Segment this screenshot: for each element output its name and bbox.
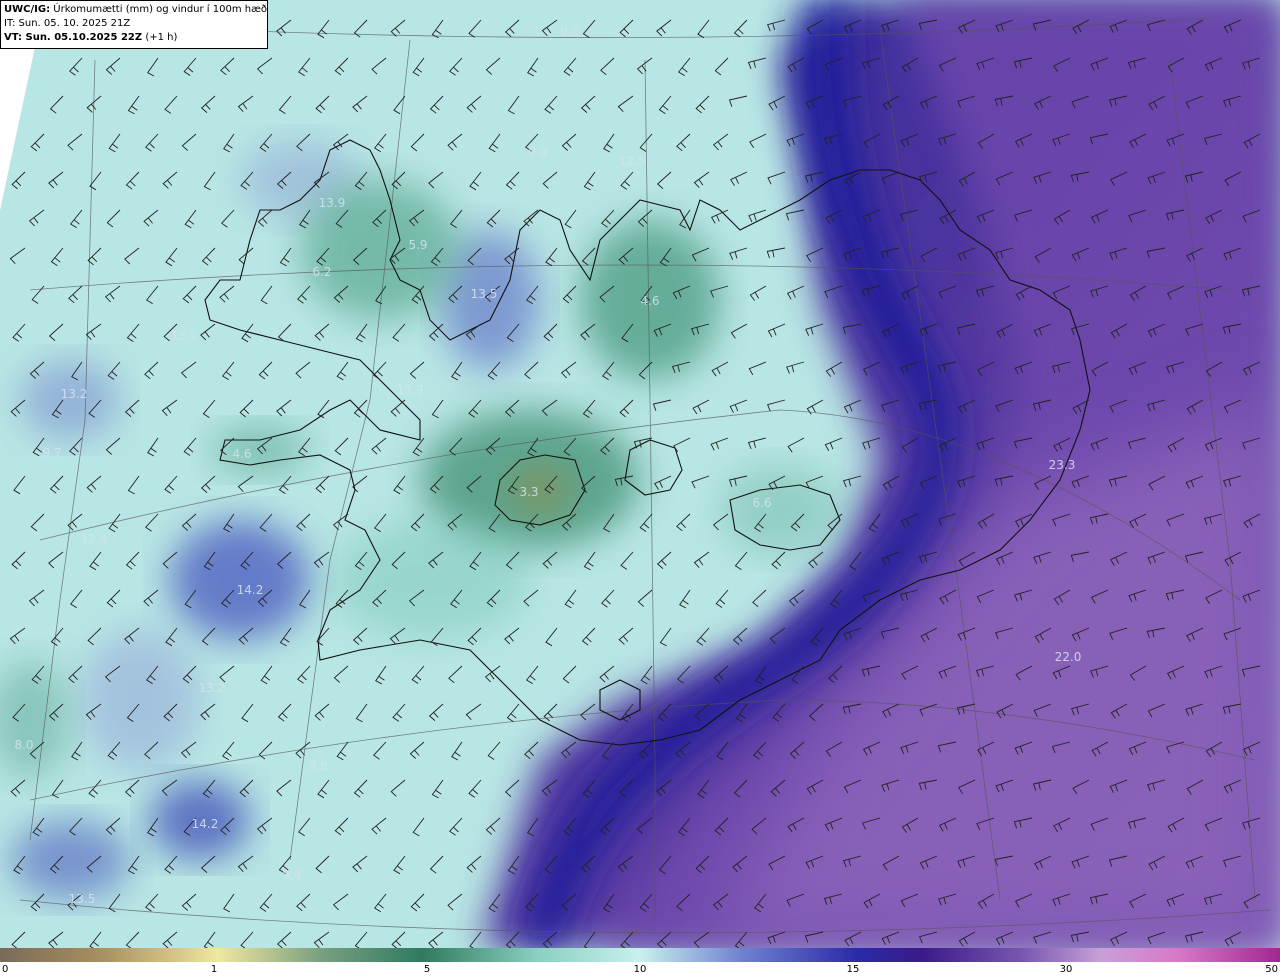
- field-value-label: 13.5: [471, 287, 498, 301]
- field-value-label: 13.9: [397, 383, 424, 397]
- colorbar-tick: 0: [2, 964, 9, 975]
- field-value-label: 9.9: [528, 145, 547, 159]
- title-row: UWC/IG: Úrkomumætti (mm) og vindur í 100…: [4, 3, 268, 17]
- field-value-label: 22.0: [1055, 650, 1082, 664]
- colorbar-strip: [0, 948, 1280, 962]
- field-value-label: 13.1: [171, 329, 198, 343]
- field-value-label: 9.4: [282, 868, 301, 882]
- colorbar-tick: 15: [846, 964, 860, 975]
- model-label: UWC/IG:: [4, 4, 51, 15]
- field-value-label: 13.9: [319, 196, 346, 210]
- field-value-label: 5.9: [408, 238, 427, 252]
- valid-time-row: VT: Sun. 05.10.2025 22Z (+1 h): [4, 31, 264, 45]
- precipitation-map[interactable]: 9.0 9.9 12.5 13.9 5.9 6.2 13.5 4.6 13.1 13.2 13.9 9…: [0, 0, 1280, 948]
- colorbar-tick: 10: [633, 964, 647, 975]
- valid-time: VT: Sun. 05.10.2025 22Z: [4, 32, 143, 43]
- field-value-label: 4.6: [232, 447, 251, 461]
- field-value-label: 13.2: [61, 387, 88, 401]
- valid-offset: (+1 h): [145, 32, 178, 43]
- field-value-label: 3.3: [519, 485, 538, 499]
- colorbar: 0 1 5 10 15 30 50: [0, 948, 1280, 978]
- field-value-label: 14.2: [192, 817, 219, 831]
- product-title: Úrkomumætti (mm) og vindur í 100m hæð: [53, 4, 268, 15]
- field-value-label: 12.5: [619, 154, 646, 168]
- field-value-label: 8.0: [14, 738, 33, 752]
- map-info-box: UWC/IG: Úrkomumætti (mm) og vindur í 100…: [0, 0, 268, 49]
- map-area[interactable]: 9.0 9.9 12.5 13.9 5.9 6.2 13.5 4.6 13.1 13.2 13.9 9…: [0, 0, 1280, 948]
- precipitation-field: [0, 0, 1280, 948]
- colorbar-tick: 30: [1059, 964, 1073, 975]
- init-time: IT: Sun. 05. 10. 2025 21Z: [4, 18, 131, 29]
- field-value-label: 9.7: [42, 446, 61, 460]
- colorbar-tick: 5: [423, 964, 431, 975]
- field-value-label: 6.2: [312, 265, 331, 279]
- field-value-label: 12.4: [81, 532, 108, 546]
- colorbar-tick: 1: [210, 964, 218, 975]
- field-value-label: 23.3: [1049, 458, 1076, 472]
- field-value-label: 14.2: [237, 583, 264, 597]
- field-value-label: 9.8: [308, 759, 327, 773]
- field-value-label: 9.0: [560, 25, 579, 39]
- field-value-label: 4.6: [640, 294, 659, 308]
- field-value-label: 13.5: [69, 892, 96, 906]
- field-value-label: 6.6: [752, 496, 771, 510]
- colorbar-tick: 50: [1265, 964, 1278, 975]
- field-value-label: 13.2: [199, 681, 226, 695]
